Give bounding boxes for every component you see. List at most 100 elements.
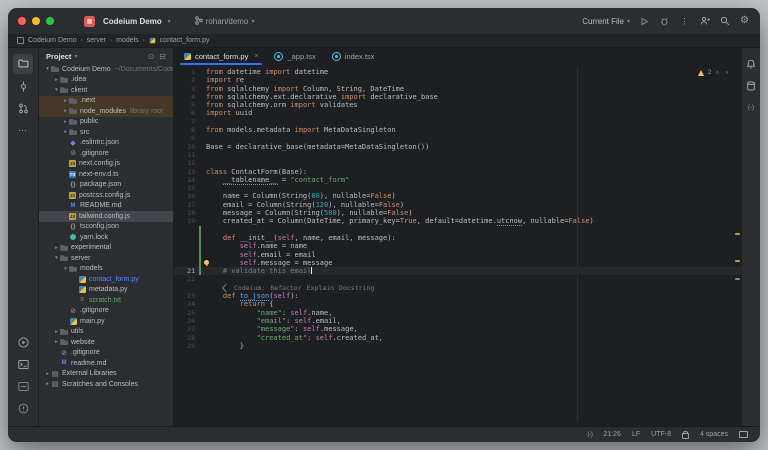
run-configuration-select[interactable]: Current File ▾	[582, 17, 630, 26]
chevron-right-icon[interactable]: ▸	[62, 129, 69, 135]
notifications-bell-icon[interactable]	[744, 54, 758, 74]
pull-requests-tool-icon[interactable]	[13, 98, 33, 118]
code-line: 3from sqlalchemy import Column, String, …	[174, 85, 741, 93]
tree-item-gitignore[interactable]: ⊘.gitignore	[39, 148, 173, 159]
chevron-down-icon[interactable]: ▾	[53, 87, 60, 93]
chevron-down-icon[interactable]: ▾	[44, 66, 51, 72]
tree-item-next-env-d-ts[interactable]: TSnext-env.d.ts	[39, 169, 173, 180]
tree-item-public[interactable]: ▸public	[39, 117, 173, 128]
tree-item-external-libraries[interactable]: ▸▤External Libraries	[39, 369, 173, 380]
tree-item-idea[interactable]: ▸.idea	[39, 75, 173, 86]
minimize-window-button[interactable]	[32, 17, 40, 25]
chevron-right-icon[interactable]: ▸	[53, 329, 60, 335]
breadcrumb-item-models[interactable]: models	[116, 37, 139, 44]
more-actions-icon[interactable]: ⋮	[679, 16, 690, 27]
tree-item-codeium-demo[interactable]: ▾Codeium Demo~/Documents/Codeium Demo	[39, 64, 173, 75]
breadcrumb-item-contact-form-py[interactable]: contact_form.py	[160, 37, 210, 44]
commit-tool-icon[interactable]	[13, 76, 33, 96]
line-separator[interactable]: LF	[632, 431, 640, 438]
chevron-right-icon[interactable]: ▸	[62, 119, 69, 125]
tree-item-package-json[interactable]: {}package.json	[39, 180, 173, 191]
tree-item-experimental[interactable]: ▸experimental	[39, 243, 173, 254]
codeium-action-explain[interactable]: Explain	[307, 284, 334, 292]
tab-app-tsx[interactable]: _app.tsx	[266, 48, 323, 65]
tree-item-main-py[interactable]: main.py	[39, 316, 173, 327]
code-line: 16 name = Column(String(80), nullable=Fa…	[174, 192, 741, 200]
chevron-right-icon[interactable]: ▸	[44, 371, 51, 377]
tree-item-postcss-config-js[interactable]: JSpostcss.config.js	[39, 190, 173, 201]
database-tool-icon[interactable]	[744, 76, 758, 96]
tree-item-metadata-py[interactable]: metadata.py	[39, 285, 173, 296]
close-tab-icon[interactable]: ×	[254, 53, 258, 60]
tree-item-models[interactable]: ▾models	[39, 264, 173, 275]
breadcrumb-item-codeium-demo[interactable]: Codeium Demo	[28, 37, 77, 44]
chevron-right-icon[interactable]: ▸	[62, 108, 69, 114]
breadcrumb-item-server[interactable]: server	[87, 37, 106, 44]
tree-item-next[interactable]: ▸.next	[39, 96, 173, 107]
maximize-window-button[interactable]	[46, 17, 54, 25]
branch-name: rohan/demo	[206, 17, 249, 26]
tree-item-tsconfig-json[interactable]: {}tsconfig.json	[39, 222, 173, 233]
tree-item-readme-md[interactable]: MREADME.md	[39, 201, 173, 212]
tree-item-client[interactable]: ▾client	[39, 85, 173, 96]
tree-item-label: readme.md	[71, 360, 106, 367]
chevron-down-icon[interactable]: ▾	[62, 266, 69, 272]
terminal-tool-icon[interactable]	[13, 354, 33, 374]
close-window-button[interactable]	[18, 17, 26, 25]
vcs-change-marker	[199, 259, 201, 267]
tree-item-eslintrc-json[interactable]: ◆.eslintrc.json	[39, 138, 173, 149]
tree-item-readme-md[interactable]: Mreadme.md	[39, 358, 173, 369]
code-with-me-icon[interactable]	[699, 16, 710, 27]
tree-item-tailwind-config-js[interactable]: JStailwind.config.js	[39, 211, 173, 222]
vcs-change-marker	[199, 242, 201, 250]
run-button[interactable]	[639, 16, 650, 27]
tree-item-server[interactable]: ▾server	[39, 253, 173, 264]
project-panel-title[interactable]: Project	[46, 52, 71, 61]
tree-item-src[interactable]: ▸src	[39, 127, 173, 138]
chevron-down-icon[interactable]: ▾	[53, 255, 60, 261]
collapse-all-icon[interactable]: ⊟	[159, 52, 166, 61]
caret-position[interactable]: 21:26	[603, 431, 621, 438]
tree-item-gitignore[interactable]: ⊘.gitignore	[39, 306, 173, 317]
code-editor[interactable]: 1from datetime import datetime2import re…	[174, 65, 741, 426]
settings-gear-icon[interactable]: ⚙	[739, 16, 750, 27]
run-tool-icon[interactable]	[13, 332, 33, 352]
codeium-action-refactor[interactable]: Refactor	[270, 284, 301, 292]
chevron-right-icon[interactable]: ▸	[44, 381, 51, 387]
tree-item-node-modules[interactable]: ▸node_moduleslibrary root	[39, 106, 173, 117]
search-icon[interactable]	[719, 16, 730, 27]
tree-item-scratches-and-consoles[interactable]: ▸▤Scratches and Consoles	[39, 379, 173, 390]
chevron-right-icon[interactable]: ▸	[53, 245, 60, 251]
branch-widget[interactable]: rohan/demo ▾	[195, 16, 255, 27]
chevron-right-icon[interactable]: ▸	[62, 98, 69, 104]
tab-contact-form-py[interactable]: contact_form.py×	[176, 48, 266, 65]
locate-file-icon[interactable]: ⊙	[148, 52, 155, 61]
tree-item-gitignore[interactable]: ⊘.gitignore	[39, 348, 173, 359]
ai-assistant-icon[interactable]: (‑)	[744, 98, 758, 118]
problems-tool-icon[interactable]	[13, 398, 33, 418]
tree-item-contact-form-py[interactable]: contact_form.py	[39, 274, 173, 285]
chevron-right-icon[interactable]: ▸	[53, 77, 60, 83]
project-title[interactable]: Codeium Demo	[103, 17, 162, 26]
codeium-action-docstring[interactable]: Docstring	[339, 284, 374, 292]
tree-item-utils[interactable]: ▸utils	[39, 327, 173, 338]
intention-lightbulb-icon[interactable]	[204, 260, 209, 265]
read-only-lock-icon[interactable]	[682, 433, 689, 439]
codeium-inline-hint[interactable]: Codeium:RefactorExplainDocstring	[174, 284, 741, 292]
screen-reader-icon[interactable]	[739, 431, 748, 438]
line-number: 26	[174, 317, 200, 325]
project-tool-icon[interactable]	[13, 54, 33, 74]
tree-item-website[interactable]: ▸website	[39, 337, 173, 348]
tab-index-tsx[interactable]: index.tsx	[324, 48, 383, 65]
debug-icon[interactable]	[659, 16, 670, 27]
tree-item-yarn-lock[interactable]: yarn.lock	[39, 232, 173, 243]
file-encoding[interactable]: UTF-8	[651, 431, 671, 438]
codeium-status-icon[interactable]: (-)	[587, 431, 592, 438]
more-tool-windows-icon[interactable]: ⋯	[13, 120, 33, 140]
indent-setting[interactable]: 4 spaces	[700, 431, 728, 438]
tree-item-next-config-js[interactable]: JSnext.config.js	[39, 159, 173, 170]
tree-item-scratch-txt[interactable]: ≡scratch.txt	[39, 295, 173, 306]
chevron-right-icon[interactable]: ▸	[53, 339, 60, 345]
python-console-tool-icon[interactable]	[13, 376, 33, 396]
folder-file-icon	[69, 107, 77, 115]
